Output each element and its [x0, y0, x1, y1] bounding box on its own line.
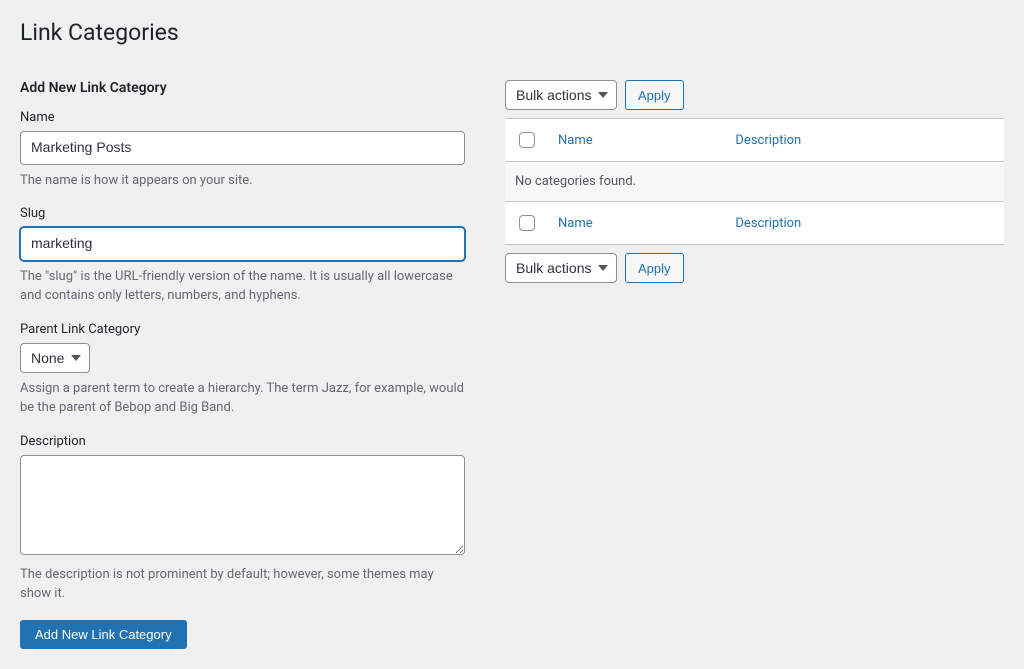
add-category-form: Add New Link Category Name The name is h… [20, 80, 465, 649]
col-name-footer[interactable]: Name [558, 216, 593, 231]
name-help: The name is how it appears on your site. [20, 171, 465, 191]
form-heading: Add New Link Category [20, 80, 465, 96]
categories-list-panel: Bulk actions Apply Name Description No c… [505, 80, 1004, 649]
slug-label: Slug [20, 206, 465, 221]
slug-help: The "slug" is the URL-friendly version o… [20, 267, 465, 306]
empty-row: No categories found. [505, 162, 1004, 202]
description-label: Description [20, 434, 465, 449]
col-description-footer[interactable]: Description [735, 216, 801, 231]
select-all-top[interactable] [519, 132, 535, 148]
apply-button-top[interactable]: Apply [625, 80, 684, 110]
col-name-header[interactable]: Name [558, 133, 593, 148]
parent-help: Assign a parent term to create a hierarc… [20, 379, 465, 418]
add-category-button[interactable]: Add New Link Category [20, 620, 187, 649]
col-description-header[interactable]: Description [735, 133, 801, 148]
parent-label: Parent Link Category [20, 322, 465, 337]
description-help: The description is not prominent by defa… [20, 565, 465, 604]
bulk-actions-select-top[interactable]: Bulk actions [505, 80, 617, 110]
categories-table: Name Description No categories found. Na… [505, 118, 1004, 245]
bulk-actions-select-bottom[interactable]: Bulk actions [505, 253, 617, 283]
name-label: Name [20, 110, 465, 125]
apply-button-bottom[interactable]: Apply [625, 253, 684, 283]
name-input[interactable] [20, 131, 465, 165]
select-all-bottom[interactable] [519, 215, 535, 231]
description-input[interactable] [20, 455, 465, 555]
page-title: Link Categories [20, 10, 1004, 50]
parent-select[interactable]: None [20, 343, 90, 373]
slug-input[interactable] [20, 227, 465, 261]
